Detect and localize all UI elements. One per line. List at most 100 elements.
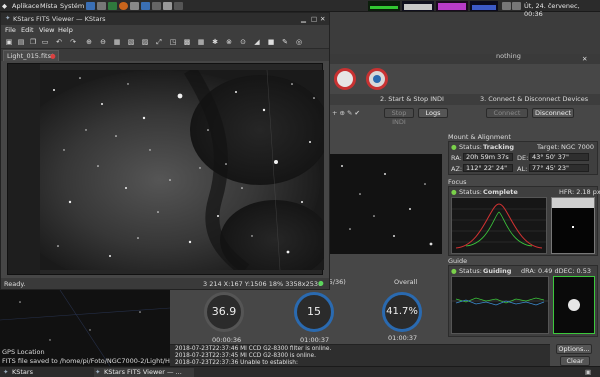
- stop-indi-button[interactable]: Stop INDI: [384, 108, 414, 126]
- fits-title-bar[interactable]: ✦ KStars FITS Viewer — KStars ▁ □ ✕: [1, 13, 329, 25]
- volume-tray-icon[interactable]: [512, 2, 521, 10]
- guide-status-value: Guiding: [483, 267, 512, 275]
- guide-star-image: [553, 276, 595, 334]
- open-icon[interactable]: ▣: [5, 38, 13, 46]
- app-menu-icon[interactable]: ◆: [2, 2, 7, 10]
- document-icon[interactable]: ▭: [41, 38, 49, 46]
- maximize-icon[interactable]: □: [311, 15, 317, 23]
- focus-section-title: Focus: [448, 178, 467, 186]
- menu-help[interactable]: Help: [58, 26, 73, 34]
- options-button[interactable]: Options...: [556, 344, 592, 354]
- zoom-in-icon[interactable]: ⊕: [85, 38, 93, 46]
- scheduler-module-icon[interactable]: [334, 68, 356, 90]
- guide-section-title: Guide: [448, 257, 468, 265]
- crosshair-icon[interactable]: ⊗: [225, 38, 233, 46]
- nebula-fits-image[interactable]: [0, 66, 330, 290]
- mount-panel: ● Status: Tracking Target: NGC 7000 RA: …: [448, 141, 598, 175]
- firefox-icon[interactable]: [119, 2, 128, 10]
- kstars-app-icon: ✦: [5, 14, 11, 22]
- ekos-log[interactable]: 2018-07-23T22:37:46 MI CCD G2-8300 filte…: [170, 344, 550, 366]
- menu-view[interactable]: View: [39, 26, 54, 34]
- sky-map-view[interactable]: GPS Location FITS file saved to /home/pi…: [0, 289, 192, 367]
- undo-icon[interactable]: ↶: [55, 38, 63, 46]
- launcher-icon[interactable]: [130, 2, 139, 10]
- overall-label: Overall: [394, 278, 418, 286]
- zoom-out-icon[interactable]: ⊖: [99, 38, 107, 46]
- fits-image-area[interactable]: [0, 63, 330, 290]
- tab-close-icon[interactable]: ●: [50, 52, 56, 60]
- tab-light-015[interactable]: Light_015.fits* ●: [3, 50, 59, 61]
- status-pixel-info: 3 214 X:167 Y:1506 18% 3358x2536: [203, 280, 323, 288]
- task-kstars[interactable]: ✦ KStars: [2, 368, 72, 377]
- task-label: KStars: [12, 368, 33, 376]
- header-icon[interactable]: ▨: [141, 38, 149, 46]
- frames-progress-value: 15: [307, 305, 321, 318]
- network-tray-icon[interactable]: [502, 2, 511, 10]
- taskbar: ✦ KStars ✦ KStars FITS Viewer — ... ▣: [0, 366, 600, 377]
- terminal-icon[interactable]: [108, 2, 117, 10]
- menu-file[interactable]: File: [5, 26, 16, 34]
- fits-viewer-window: ✦ KStars FITS Viewer — KStars ▁ □ ✕ File…: [0, 12, 330, 290]
- target-value: NGC 7000: [561, 143, 595, 151]
- toolbar-icons[interactable]: + ⊕ ✎ ✔: [332, 109, 360, 117]
- launcher-icon[interactable]: [141, 2, 150, 10]
- center-telescope-icon[interactable]: ⊙: [239, 38, 247, 46]
- fits-tab-bar: Light_015.fits* ●: [1, 49, 329, 61]
- launcher-icon[interactable]: [152, 2, 161, 10]
- launcher-icon[interactable]: [86, 2, 95, 10]
- mount-status-value: Tracking: [483, 143, 514, 151]
- memory-monitor-graph: [402, 1, 434, 11]
- status-led-icon: ●: [318, 279, 324, 287]
- target-icon[interactable]: ◎: [295, 38, 303, 46]
- close-icon[interactable]: ✕: [320, 15, 325, 23]
- al-label: AL:: [517, 165, 528, 173]
- focus-panel: ● Status: Complete HFR: 2.18 px: [448, 186, 600, 256]
- clock[interactable]: Út, 24. červenec, 00:36: [524, 2, 600, 18]
- eyedropper-icon[interactable]: ✎: [281, 38, 289, 46]
- launcher-icon[interactable]: [163, 2, 172, 10]
- logs-button[interactable]: Logs: [418, 108, 448, 118]
- focus-status-value: Complete: [483, 188, 518, 196]
- pixel-grid-icon[interactable]: ◢: [253, 38, 261, 46]
- setup-module-icon[interactable]: [366, 68, 388, 90]
- frames-time: 01:00:37: [300, 336, 330, 344]
- stars-icon[interactable]: ✱: [211, 38, 219, 46]
- launcher-icon[interactable]: [97, 2, 106, 10]
- status-ready: Ready.: [4, 280, 26, 288]
- minimize-icon[interactable]: ▁: [301, 15, 306, 23]
- disconnect-button[interactable]: Disconnect: [532, 108, 574, 118]
- launcher-icon[interactable]: [174, 2, 183, 10]
- menu-applications[interactable]: Aplikace: [12, 2, 39, 10]
- steps-header: 2. Start & Stop INDI 3. Connect & Discon…: [330, 94, 600, 105]
- zoom-default-icon[interactable]: ◳: [169, 38, 177, 46]
- exposure-progress-value: 36.9: [211, 305, 237, 318]
- menu-edit[interactable]: Edit: [21, 26, 34, 34]
- grid-lines-icon[interactable]: ▦: [197, 38, 205, 46]
- show-desktop-icon[interactable]: ▣: [585, 368, 591, 376]
- status-led-icon: ●: [451, 267, 457, 275]
- redo-icon[interactable]: ↷: [69, 38, 77, 46]
- zoom-fit-icon[interactable]: ⤢: [155, 38, 163, 46]
- fits-saved-message: FITS file saved to /home/pi/Foto/NGC7000…: [2, 357, 193, 365]
- fits-menubar: File Edit View Help: [1, 25, 329, 35]
- exposure-progress-dial: 36.9: [204, 292, 244, 332]
- de-label: DE:: [517, 154, 529, 162]
- statistics-icon[interactable]: ▧: [127, 38, 135, 46]
- kstars-app-icon: ✦: [3, 368, 9, 376]
- guide-panel: ● Status: Guiding dRA: 0.49 dDEC: 0.53: [448, 265, 598, 337]
- menu-system[interactable]: Systém: [60, 2, 84, 10]
- clear-button[interactable]: Clear: [560, 356, 590, 366]
- connect-button[interactable]: Connect: [486, 108, 528, 118]
- tab-label: Light_015.fits*: [7, 52, 55, 60]
- filter-icon[interactable]: ■: [267, 38, 275, 46]
- menu-places[interactable]: Místa: [40, 2, 57, 10]
- histogram-icon[interactable]: ▦: [113, 38, 121, 46]
- save-icon[interactable]: ▤: [17, 38, 25, 46]
- task-fits-viewer[interactable]: ✦ KStars FITS Viewer — ...: [94, 368, 194, 377]
- log-line: 2018-07-23T22:37:45 MI CCD G2-8300 is on…: [175, 353, 316, 359]
- copy-icon[interactable]: ❐: [29, 38, 37, 46]
- close-icon[interactable]: ✕: [582, 55, 587, 63]
- grid-icon[interactable]: ▩: [183, 38, 191, 46]
- focus-v-curve-plot: [451, 197, 547, 254]
- step3-label: 3. Connect & Disconnect Devices: [480, 95, 589, 103]
